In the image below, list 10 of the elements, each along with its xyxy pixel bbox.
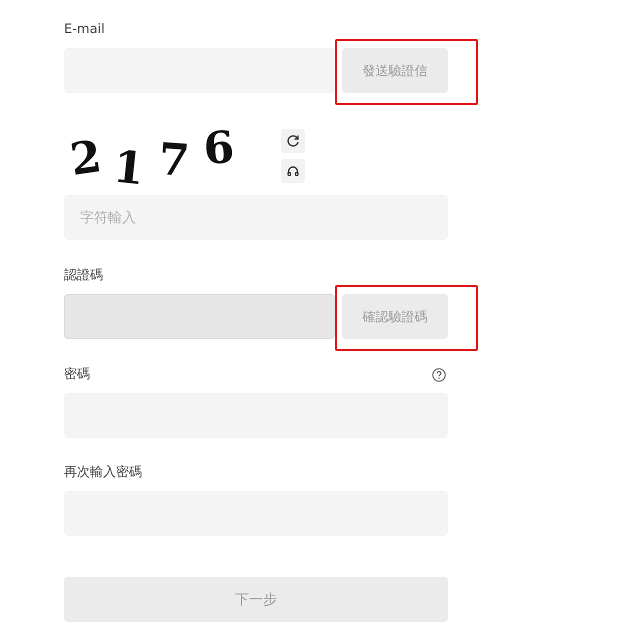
- field-label: 再次輸入密碼: [64, 465, 143, 481]
- refresh-icon[interactable]: [281, 129, 305, 153]
- input-field[interactable]: [64, 48, 335, 93]
- field-label: 密碼: [64, 367, 90, 383]
- headphones-icon[interactable]: [281, 159, 305, 183]
- field-label: E-mail: [64, 22, 106, 38]
- input-field[interactable]: 字符輸入: [64, 195, 448, 240]
- captcha-image: 2 1 7 6: [66, 123, 237, 185]
- help-icon[interactable]: [431, 367, 447, 383]
- field-label: 認證碼: [64, 268, 104, 284]
